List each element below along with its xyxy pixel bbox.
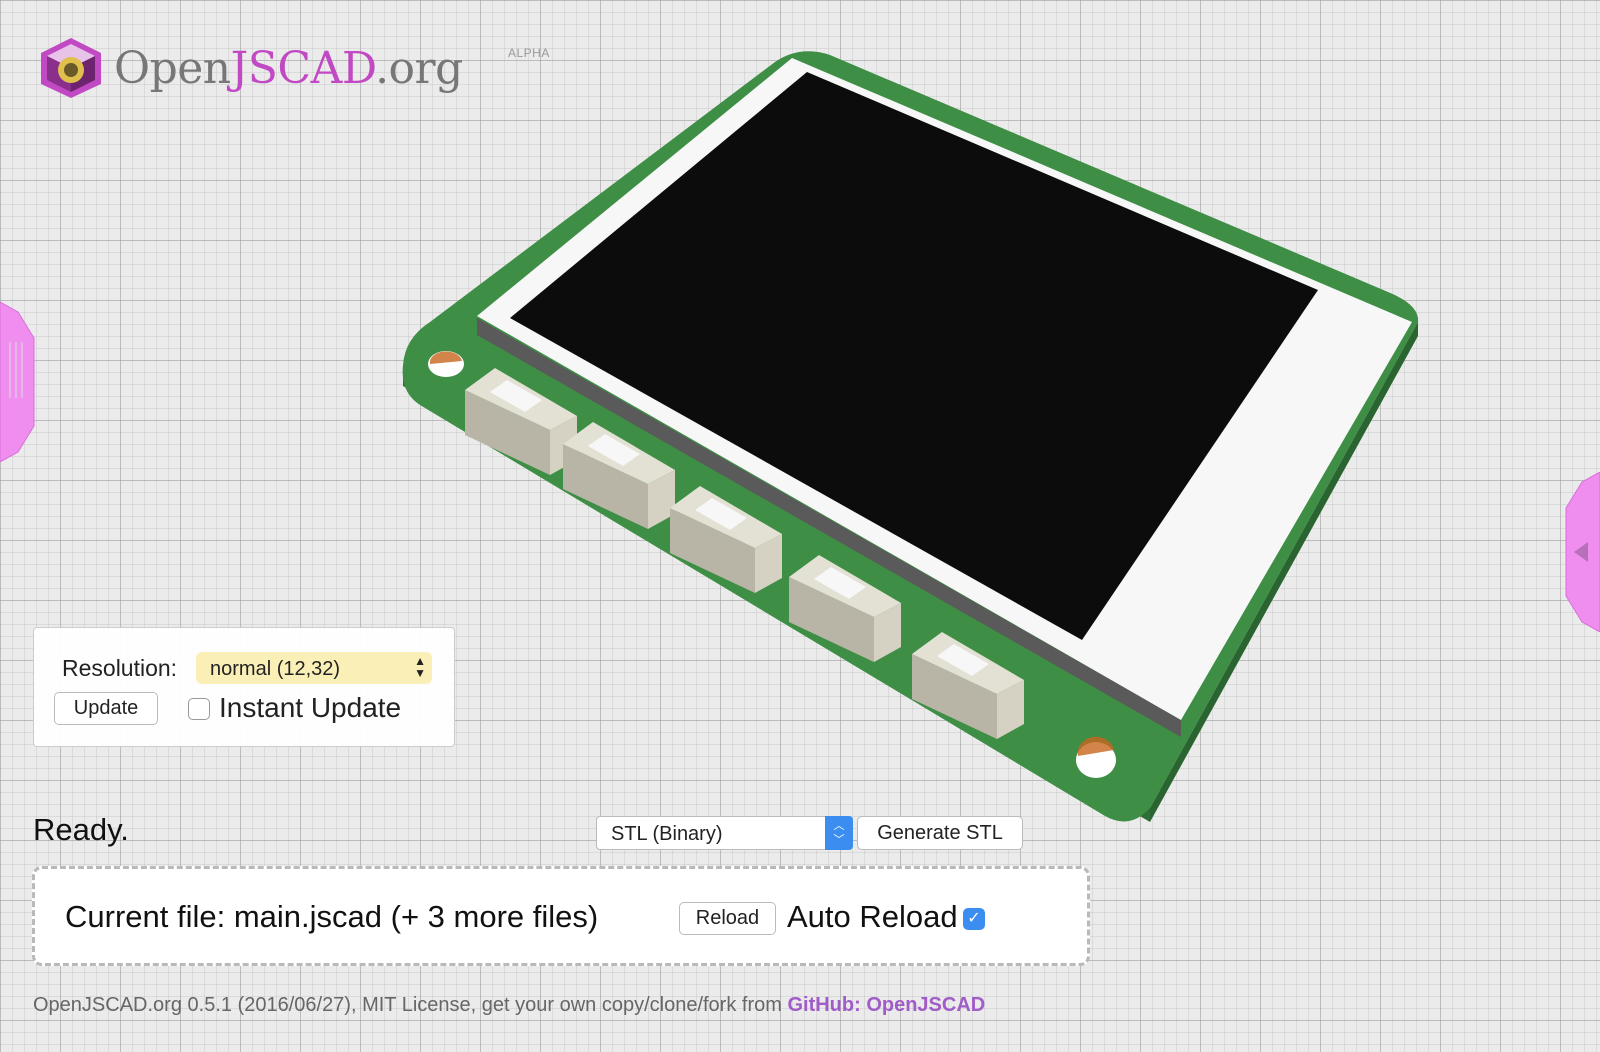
select-arrows-icon: ▲ ▼ — [414, 654, 426, 680]
export-format-select[interactable]: STL (Binary) ︿ ﹀ — [596, 816, 853, 850]
resolution-select[interactable]: normal (12,32) ▲ ▼ — [196, 652, 432, 684]
left-panel-toggle[interactable] — [0, 302, 36, 462]
parameters-panel: Resolution: normal (12,32) ▲ ▼ Update Ins… — [33, 627, 455, 747]
logo-cube-icon — [41, 38, 101, 98]
status-text: Ready. — [33, 812, 129, 847]
checkmark-icon: ✓ — [967, 910, 981, 927]
auto-reload-checkbox[interactable]: ✓ — [963, 908, 985, 930]
export-format-value: STL (Binary) — [611, 823, 723, 845]
current-file-label: Current file: main.jscad (+ 3 more files… — [65, 899, 599, 934]
logo-text: OpenJSCAD.org — [114, 42, 463, 94]
reload-button[interactable]: Reload — [679, 902, 776, 935]
file-drop-area[interactable]: Current file: main.jscad (+ 3 more files… — [32, 866, 1090, 966]
instant-update-label: Instant Update — [219, 692, 402, 723]
footer-text: OpenJSCAD.org 0.5.1 (2016/06/27), MIT Li… — [33, 994, 788, 1016]
update-button[interactable]: Update — [54, 692, 158, 725]
footer: OpenJSCAD.org 0.5.1 (2016/06/27), MIT Li… — [33, 994, 985, 1017]
auto-reload-label: Auto Reload — [787, 899, 958, 934]
instant-update-checkbox[interactable] — [188, 698, 210, 720]
chevron-up-down-icon: ︿ ﹀ — [825, 816, 853, 850]
right-panel-toggle[interactable] — [1564, 472, 1600, 632]
resolution-value: normal (12,32) — [210, 658, 341, 680]
resolution-label: Resolution: — [62, 655, 178, 681]
generate-stl-button[interactable]: Generate STL — [857, 816, 1023, 850]
logo-alpha-badge: ALPHA — [508, 46, 550, 60]
github-link[interactable]: GitHub: OpenJSCAD — [787, 994, 985, 1016]
openjscad-logo[interactable]: OpenJSCAD.org ALPHA — [38, 36, 549, 100]
